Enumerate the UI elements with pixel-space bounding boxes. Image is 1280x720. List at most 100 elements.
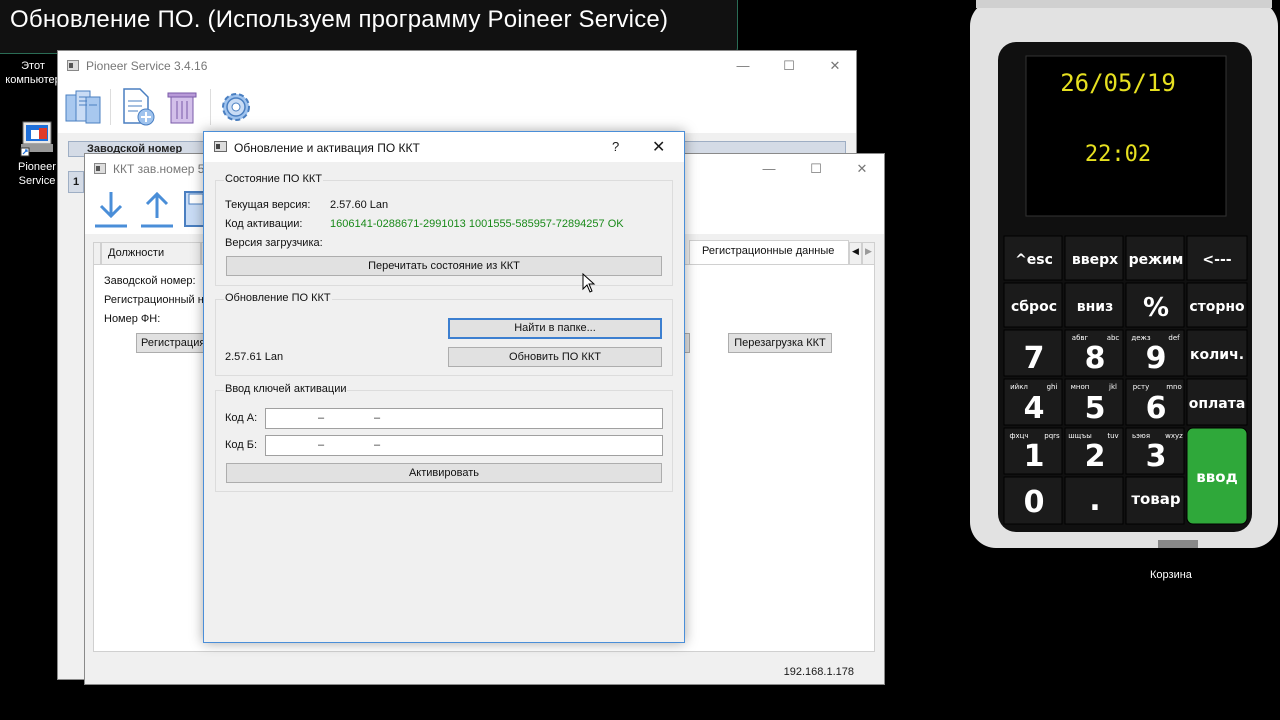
key-5: 5 bbox=[1085, 391, 1106, 426]
tab-scroll-edge bbox=[93, 242, 101, 264]
add-document-icon[interactable] bbox=[118, 87, 158, 127]
found-version-value: 2.57.61 Lan bbox=[225, 351, 284, 363]
cash-register-body: 26/05/19 22:02 ^esc вверх режим <--- сбр… bbox=[970, 0, 1278, 548]
download-icon[interactable] bbox=[91, 188, 131, 230]
key-9: 9 bbox=[1146, 341, 1167, 376]
tab-scroll-right-icon[interactable]: ▶ bbox=[862, 242, 875, 264]
main-toolbar bbox=[58, 81, 856, 133]
key-up-label: вверх bbox=[1072, 252, 1118, 268]
svg-text:мноп: мноп bbox=[1071, 383, 1090, 391]
close-icon[interactable]: ✕ bbox=[853, 160, 871, 178]
cash-register-device: 26/05/19 22:02 ^esc вверх режим <--- сбр… bbox=[968, 0, 1280, 548]
update-group-title: Обновление ПО ККТ bbox=[224, 292, 332, 304]
key-quantity-label: колич. bbox=[1190, 347, 1244, 363]
minimize-icon[interactable]: — bbox=[734, 57, 752, 75]
device-time: 22:02 bbox=[1085, 142, 1151, 167]
window-app-icon bbox=[67, 60, 79, 71]
help-icon[interactable]: ? bbox=[612, 139, 619, 154]
key-esc-label: ^esc bbox=[1015, 252, 1053, 268]
key-dot: . bbox=[1089, 483, 1100, 518]
key-3: 3 bbox=[1146, 439, 1167, 474]
kkt-window-title: ККТ зав.номер 5 bbox=[113, 162, 205, 176]
maximize-icon[interactable]: ☐ bbox=[807, 160, 825, 178]
code-b-label: Код Б: bbox=[225, 439, 258, 451]
code-a-input[interactable]: – – bbox=[265, 408, 663, 429]
svg-text:ьэюя: ьэюя bbox=[1132, 432, 1150, 440]
close-icon[interactable]: ✕ bbox=[652, 137, 665, 157]
code-b-input[interactable]: – – bbox=[265, 435, 663, 456]
row-number-cell[interactable]: 1 bbox=[68, 171, 84, 193]
key-backspace-label: <--- bbox=[1202, 252, 1231, 268]
desktop-this-pc-label[interactable]: Этот компьютер bbox=[2, 59, 64, 87]
kkt-update-group: Обновление ПО ККТ Найти в папке... 2.57.… bbox=[215, 292, 673, 376]
svg-text:ийкл: ийкл bbox=[1010, 383, 1028, 391]
delete-icon[interactable] bbox=[164, 87, 200, 127]
svg-text:mno: mno bbox=[1166, 383, 1182, 391]
key-storno-label: сторно bbox=[1189, 299, 1245, 315]
key-8: 8 bbox=[1085, 341, 1106, 376]
svg-text:фхцч: фхцч bbox=[1009, 432, 1028, 440]
tab-positions[interactable]: Должности bbox=[101, 242, 201, 264]
dialog-title-bar[interactable]: Обновление и активация ПО ККТ ? ✕ bbox=[204, 132, 684, 162]
key-1: 1 bbox=[1024, 439, 1045, 474]
key-2: 2 bbox=[1085, 439, 1106, 474]
key-reset-label: сброс bbox=[1011, 299, 1057, 315]
key-4: 4 bbox=[1024, 391, 1045, 426]
video-title-banner: Обновление ПО. (Используем программу Poi… bbox=[0, 0, 738, 54]
svg-text:jkl: jkl bbox=[1108, 383, 1117, 391]
main-window-title: Pioneer Service 3.4.16 bbox=[86, 59, 208, 73]
key-mode-label: режим bbox=[1129, 252, 1184, 268]
main-title-bar[interactable]: Pioneer Service 3.4.16 — ☐ ✕ bbox=[58, 51, 856, 81]
upload-icon[interactable] bbox=[137, 188, 177, 230]
svg-text:tuv: tuv bbox=[1107, 432, 1118, 440]
dialog-title: Обновление и активация ПО ККТ bbox=[234, 141, 420, 155]
desktop-pioneer-shortcut[interactable]: Pioneer Service bbox=[12, 118, 62, 188]
find-in-folder-button[interactable]: Найти в папке... bbox=[448, 318, 662, 339]
svg-text:pqrs: pqrs bbox=[1044, 432, 1060, 440]
activate-button[interactable]: Активировать bbox=[226, 463, 662, 483]
keypad: ^esc вверх режим <--- сброс вниз % сторн… bbox=[1003, 235, 1248, 525]
reboot-kkt-button[interactable]: Перезагрузка ККТ bbox=[728, 333, 832, 353]
key-enter-label: ввод bbox=[1196, 468, 1237, 486]
svg-text:рсту: рсту bbox=[1133, 383, 1150, 391]
key-payment-label: оплата bbox=[1189, 396, 1246, 412]
key-7: 7 bbox=[1024, 341, 1045, 376]
key-0: 0 bbox=[1024, 485, 1045, 520]
svg-text:дежз: дежз bbox=[1131, 334, 1150, 342]
tab-registration-data[interactable]: Регистрационные данные bbox=[689, 240, 849, 264]
minimize-icon[interactable]: — bbox=[760, 160, 778, 178]
key-down-label: вниз bbox=[1077, 299, 1113, 315]
close-icon[interactable]: ✕ bbox=[826, 57, 844, 75]
code-a-label: Код А: bbox=[225, 412, 258, 424]
update-activation-dialog[interactable]: Обновление и активация ПО ККТ ? ✕ Состоя… bbox=[203, 131, 685, 643]
update-firmware-button[interactable]: Обновить ПО ККТ bbox=[448, 347, 662, 367]
tab-scroll-left-icon[interactable]: ◀ bbox=[849, 242, 862, 264]
loader-version-label: Версия загрузчика: bbox=[225, 237, 323, 249]
state-group-title: Состояние ПО ККТ bbox=[224, 173, 323, 185]
desktop-pioneer-label: Pioneer Service bbox=[18, 161, 56, 187]
kkt-status-bar: 192.168.1.178 bbox=[85, 662, 884, 684]
gear-icon[interactable] bbox=[216, 87, 256, 127]
reread-state-button[interactable]: Перечитать состояние из ККТ bbox=[226, 256, 662, 276]
activation-keys-group: Ввод ключей активации Код А: – – Код Б: –… bbox=[215, 383, 673, 492]
activation-code-label: Код активации: bbox=[225, 218, 303, 230]
desktop-recycle-bin-label[interactable]: Корзина bbox=[1150, 569, 1192, 581]
banner-title: Обновление ПО. (Используем программу Poi… bbox=[10, 6, 669, 33]
dialog-app-icon bbox=[214, 141, 227, 152]
current-version-label: Текущая версия: bbox=[225, 199, 311, 211]
device-date: 26/05/19 bbox=[1060, 69, 1176, 97]
svg-text:def: def bbox=[1168, 334, 1180, 342]
key-6: 6 bbox=[1146, 391, 1167, 426]
database-icon[interactable] bbox=[64, 87, 104, 127]
svg-text:шщъы: шщъы bbox=[1068, 432, 1091, 440]
serial-number-label: Заводской номер: bbox=[104, 275, 196, 287]
registration-number-label: Регистрационный н bbox=[104, 294, 204, 306]
activation-code-value: 1606141-0288671-2991013 1001555-585957-7… bbox=[330, 218, 624, 230]
key-product-label: товар bbox=[1131, 490, 1181, 508]
mouse-cursor-icon bbox=[582, 273, 596, 293]
kkt-state-group: Состояние ПО ККТ Текущая версия: 2.57.60… bbox=[215, 173, 673, 286]
maximize-icon[interactable]: ☐ bbox=[780, 57, 798, 75]
svg-text:ghi: ghi bbox=[1047, 383, 1058, 391]
pioneer-app-icon bbox=[17, 118, 57, 158]
status-ip-address: 192.168.1.178 bbox=[783, 666, 854, 678]
